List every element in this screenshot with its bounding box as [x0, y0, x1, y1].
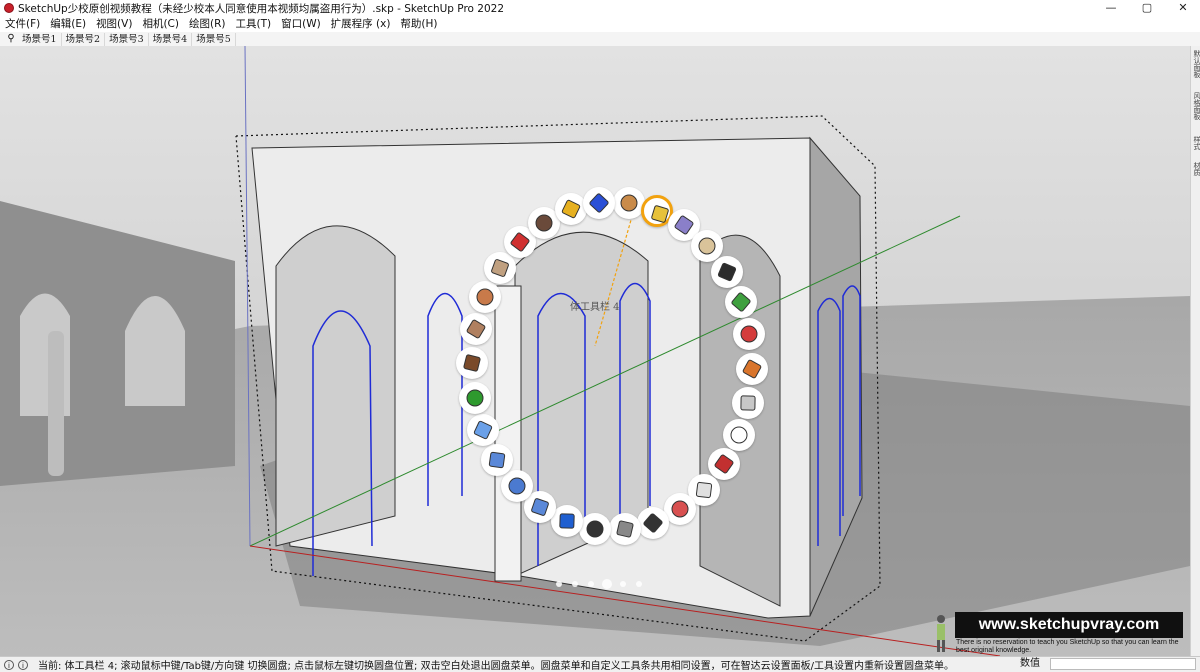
menu-file[interactable]: 文件(F) — [0, 16, 45, 32]
model-viewport[interactable] — [0, 46, 1190, 656]
pie-menu-item-axis-icon[interactable] — [458, 381, 491, 414]
close-button[interactable]: ✕ — [1168, 0, 1198, 16]
tab-scene-4[interactable]: 场景号4 — [149, 33, 193, 46]
pie-menu-item-sphere-line-icon[interactable] — [579, 512, 612, 545]
tab-scene-3[interactable]: 场景号3 — [105, 33, 149, 46]
diagonal-icon — [466, 320, 485, 339]
pie-page-dot[interactable] — [588, 581, 594, 587]
pie-menu-item-polyhedron-icon[interactable] — [608, 513, 641, 546]
house-icon — [476, 288, 494, 306]
pie-page-dot[interactable] — [572, 581, 578, 587]
add-solid-icon — [731, 292, 751, 312]
trim-solid-icon — [740, 325, 758, 343]
pie-menu-item-bow-icon[interactable] — [583, 186, 616, 219]
pie-menu-item-stairs-icon[interactable] — [456, 347, 489, 380]
menu-bar: 文件(F) 编辑(E) 视图(V) 相机(C) 绘图(R) 工具(T) 窗口(W… — [0, 16, 1200, 32]
pie-menu-item-move-box-icon[interactable] — [481, 444, 514, 477]
pie-page-dot[interactable] — [620, 581, 626, 587]
warning-icon — [561, 200, 580, 219]
geo-location-icon[interactable]: i — [4, 659, 14, 670]
menu-help[interactable]: 帮助(H) — [395, 16, 442, 32]
axis-icon — [466, 389, 484, 407]
status-message: 当前: 体工具栏 4; 滚动鼠标中键/Tab键/方向键 切换圆盘; 点击鼠标左键… — [38, 661, 954, 672]
stairs-icon — [463, 354, 481, 373]
pie-page-dot[interactable] — [602, 579, 612, 589]
pie-menu-item-wave-icon[interactable] — [467, 414, 500, 447]
pie-menu-item-rounded-box-icon[interactable] — [723, 418, 755, 451]
minimize-button[interactable]: — — [1096, 0, 1126, 16]
maximize-button[interactable]: ▢ — [1132, 0, 1162, 16]
solid-tool-icon — [620, 194, 638, 212]
box-icon — [717, 262, 736, 281]
watermark-url: www.sketchupvray.com — [955, 612, 1183, 638]
wave-icon — [474, 421, 493, 440]
menu-edit[interactable]: 编辑(E) — [45, 16, 91, 32]
status-bar: i i 当前: 体工具栏 4; 滚动鼠标中键/Tab键/方向键 切换圆盘; 点击… — [0, 656, 1200, 672]
scene-tabs-bar: ⚲ 场景号1 场景号2 场景号3 场景号4 场景号5 — [0, 32, 1200, 47]
tray-tab-styles[interactable]: 样式 — [1192, 136, 1200, 150]
menu-draw[interactable]: 绘图(R) — [184, 16, 231, 32]
pie-menu-item-add-solid-icon[interactable] — [724, 285, 757, 318]
pie-menu-item-pull-arrow-icon[interactable] — [732, 386, 765, 419]
pie-menu-item-solid-tool-icon[interactable] — [612, 187, 645, 220]
info-icon[interactable]: i — [18, 659, 28, 670]
tab-scene-5[interactable]: 场景号5 — [192, 33, 236, 46]
search-icon[interactable]: ⚲ — [4, 32, 18, 46]
menu-view[interactable]: 视图(V) — [91, 16, 137, 32]
sketchup-logo-icon — [4, 3, 14, 13]
pie-menu-item-box-icon[interactable] — [710, 255, 743, 288]
menu-window[interactable]: 窗口(W) — [276, 16, 326, 32]
pie-page-dot[interactable] — [636, 581, 642, 587]
polyhedron-icon — [616, 520, 633, 538]
sphere-line-icon — [586, 520, 604, 538]
move-box-icon — [489, 452, 506, 469]
menu-extensions[interactable]: 扩展程序 (x) — [326, 16, 396, 32]
scene-canvas[interactable] — [0, 46, 1190, 656]
bow-icon — [589, 193, 610, 213]
push-arrow-icon — [742, 359, 762, 378]
pie-page-dot[interactable] — [556, 581, 562, 587]
menu-camera[interactable]: 相机(C) — [137, 16, 184, 32]
tray-panel: 默认面板 风格面板 样式 材质 — [1190, 46, 1200, 656]
pie-menu-item-push-arrow-icon[interactable] — [735, 352, 768, 385]
window-title: SketchUp少校原创视频教程（未经少校本人同意使用本视频均属盗用行为）.sk… — [18, 2, 505, 15]
menu-tools[interactable]: 工具(T) — [230, 16, 276, 32]
rounded-box-icon — [730, 426, 748, 444]
watermark-tagline: There is no reservation to teach you Ske… — [956, 639, 1179, 654]
tray-tab-materials[interactable]: 材质 — [1192, 162, 1200, 176]
pie-menu-item-warning-icon[interactable] — [554, 193, 587, 226]
tray-tab-default[interactable]: 默认面板 — [1192, 50, 1200, 78]
pull-arrow-icon — [740, 394, 757, 411]
pie-menu-caption: 体工具栏 4 — [570, 302, 620, 313]
pie-menu-item-circle-icon[interactable] — [637, 506, 670, 539]
pie-menu-item-diagonal-icon[interactable] — [459, 313, 492, 346]
tab-scene-1[interactable]: 场景号1 — [18, 33, 62, 46]
tab-scene-2[interactable]: 场景号2 — [62, 33, 106, 46]
title-bar: SketchUp少校原创视频教程（未经少校本人同意使用本视频均属盗用行为）.sk… — [0, 0, 1200, 16]
pie-menu-item-house-icon[interactable] — [468, 281, 501, 313]
tray-tab-style[interactable]: 风格面板 — [1192, 92, 1200, 120]
pie-menu-item-trim-solid-icon[interactable] — [733, 318, 766, 351]
measurements-input[interactable] — [1050, 658, 1196, 670]
circle-icon — [643, 513, 663, 533]
measurements-label: 数值 — [1020, 658, 1040, 669]
